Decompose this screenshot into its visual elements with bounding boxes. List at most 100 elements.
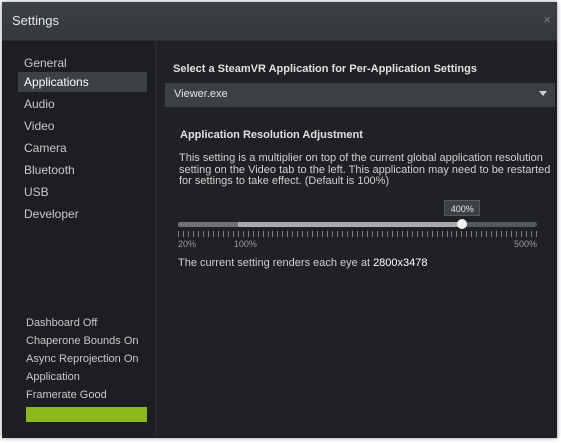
slider-tick <box>461 231 462 237</box>
chevron-down-icon <box>539 91 547 96</box>
slider-tick <box>372 231 373 237</box>
slider-tick <box>362 231 363 237</box>
slider-tick <box>272 231 273 237</box>
slider-value-tooltip: 400% <box>444 200 481 216</box>
slider-tick <box>297 231 298 237</box>
slider-tick <box>526 231 527 237</box>
slider-tick <box>292 231 293 237</box>
slider-tick <box>521 231 522 237</box>
slider-min-label: 20% <box>178 239 197 249</box>
slider-default-label: 100% <box>233 239 257 249</box>
resolution-adjustment-heading: Application Resolution Adjustment <box>180 129 363 141</box>
sidebar-item-applications[interactable]: Applications <box>18 72 147 92</box>
sidebar-item-camera[interactable]: Camera <box>18 138 147 158</box>
slider-tick <box>332 231 333 237</box>
application-dropdown-value: Viewer.exe <box>174 88 228 100</box>
slider-tick <box>213 231 214 237</box>
slider-tick <box>208 231 209 237</box>
slider-tick <box>198 231 199 237</box>
slider-tick <box>352 231 353 237</box>
slider-tick <box>481 231 482 237</box>
status-dashboard: Dashboard Off <box>26 317 98 329</box>
resolution-adjustment-description: This setting is a multiplier on top of t… <box>179 152 551 187</box>
sidebar-item-usb[interactable]: USB <box>18 182 147 202</box>
slider-tick <box>233 231 234 237</box>
sidebar-item-bluetooth[interactable]: Bluetooth <box>18 160 147 180</box>
settings-window: Settings × General Applications Audio Vi… <box>2 2 557 438</box>
slider-tick <box>218 231 219 237</box>
slider-tick <box>253 231 254 237</box>
application-dropdown[interactable]: Viewer.exe <box>165 83 555 107</box>
slider-tick <box>516 231 517 237</box>
slider-tick <box>307 231 308 237</box>
slider-tick <box>536 231 537 237</box>
slider-tick <box>287 231 288 237</box>
slider-tick <box>442 231 443 237</box>
slider-tick <box>317 231 318 237</box>
status-application: Application <box>26 371 80 383</box>
slider-tick <box>347 231 348 237</box>
slider-tick <box>506 231 507 237</box>
slider-tick <box>417 231 418 237</box>
slider-tick <box>258 231 259 237</box>
sidebar-item-developer[interactable]: Developer <box>18 204 147 224</box>
close-icon[interactable]: × <box>543 12 551 27</box>
slider-tick <box>451 231 452 237</box>
slider-tick <box>531 231 532 237</box>
slider-thumb[interactable] <box>457 219 468 229</box>
slider-tick <box>263 231 264 237</box>
slider-tick <box>501 231 502 237</box>
slider-tick <box>327 231 328 237</box>
sidebar-item-video[interactable]: Video <box>18 116 147 136</box>
slider-tick <box>456 231 457 237</box>
applications-panel: Select a SteamVR Application for Per-App… <box>156 41 557 438</box>
slider-tick <box>203 231 204 237</box>
slider-max-label: 500% <box>513 239 537 249</box>
framerate-status-indicator <box>26 407 147 422</box>
slider-tick <box>476 231 477 237</box>
slider-tick <box>277 231 278 237</box>
slider-tick <box>248 231 249 237</box>
slider-tick <box>282 231 283 237</box>
status-chaperone-bounds: Chaperone Bounds On <box>26 335 139 347</box>
slider-tick <box>437 231 438 237</box>
slider-tick <box>337 231 338 237</box>
window-title: Settings <box>12 13 59 28</box>
slider-tick <box>387 231 388 237</box>
slider-tick <box>228 231 229 237</box>
slider-tick <box>342 231 343 237</box>
sidebar: General Applications Audio Video Camera … <box>2 41 156 438</box>
slider-tick <box>268 231 269 237</box>
slider-tick <box>466 231 467 237</box>
slider-tick <box>392 231 393 237</box>
slider-tick <box>412 231 413 237</box>
render-resolution-prefix: The current setting renders each eye at <box>178 257 374 269</box>
slider-tick <box>178 231 179 237</box>
slider-tick <box>407 231 408 237</box>
slider-tick <box>447 231 448 237</box>
slider-tick <box>357 231 358 237</box>
resolution-slider[interactable] <box>178 219 537 229</box>
sidebar-item-audio[interactable]: Audio <box>18 94 147 114</box>
status-async-reprojection: Async Reprojection On <box>26 353 139 365</box>
slider-tick <box>491 231 492 237</box>
slider-tick <box>432 231 433 237</box>
slider-tick <box>422 231 423 237</box>
slider-tick <box>486 231 487 237</box>
slider-tick <box>238 231 239 237</box>
title-bar: Settings × <box>2 2 557 41</box>
slider-tick <box>427 231 428 237</box>
slider-tick <box>377 231 378 237</box>
slider-tick <box>193 231 194 237</box>
status-framerate: Framerate Good <box>26 389 107 401</box>
slider-ticks <box>178 231 537 237</box>
slider-tick <box>511 231 512 237</box>
slider-tick <box>183 231 184 237</box>
sidebar-item-general[interactable]: General <box>18 53 147 73</box>
slider-fill-default <box>178 222 238 227</box>
slider-tick <box>322 231 323 237</box>
slider-tick <box>367 231 368 237</box>
render-resolution-value: 2800x3478 <box>373 257 428 269</box>
slider-tick <box>382 231 383 237</box>
slider-tick <box>402 231 403 237</box>
